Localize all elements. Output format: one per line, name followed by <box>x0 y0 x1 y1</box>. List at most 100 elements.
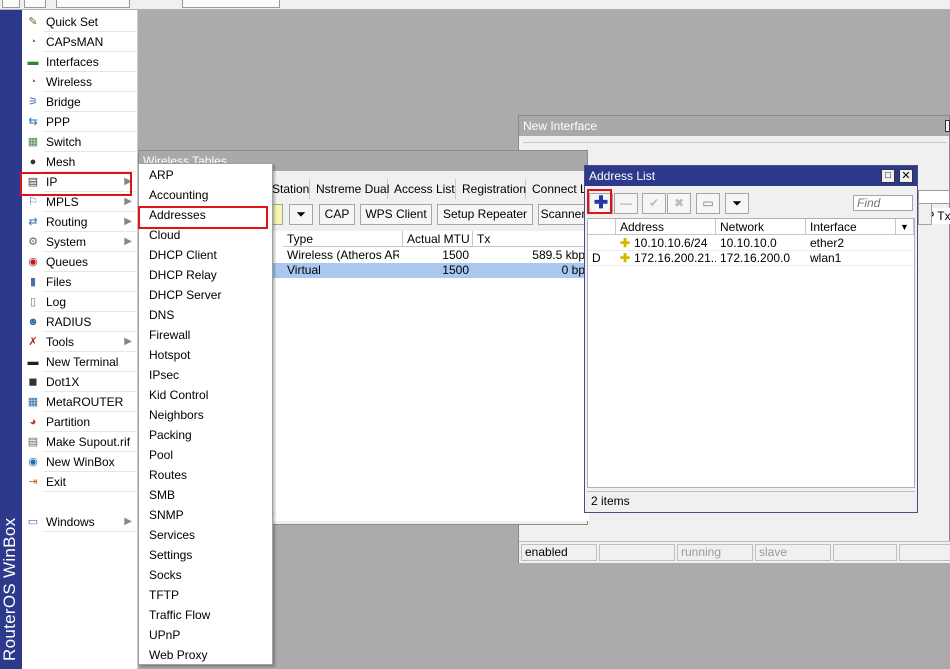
offscreen-find-field[interactable] <box>918 190 950 204</box>
menu-item-log[interactable]: ▯ Log <box>22 292 138 312</box>
menu-item-new-terminal[interactable]: ▬ New Terminal <box>22 352 138 372</box>
add-button[interactable]: ✚ <box>589 193 613 214</box>
submenu-item-traffic-flow[interactable]: Traffic Flow <box>139 605 272 625</box>
new-interface-title[interactable]: New Interface <box>519 116 949 136</box>
submenu-item-packing[interactable]: Packing <box>139 425 272 445</box>
submenu-item-services[interactable]: Services <box>139 525 272 545</box>
menu-item-mpls[interactable]: ⚐ MPLS ▶ <box>22 192 138 212</box>
redo-button[interactable] <box>24 0 46 8</box>
menu-item-metarouter[interactable]: ▦ MetaROUTER <box>22 392 138 412</box>
submenu-item-socks[interactable]: Socks <box>139 565 272 585</box>
tab-station[interactable]: Station <box>267 179 310 199</box>
cell-flag <box>588 236 604 251</box>
comment-button[interactable]: ▭ <box>696 193 720 214</box>
column-header-flags[interactable] <box>588 219 616 235</box>
cell-address: 172.16.200.21... <box>634 251 716 265</box>
capsman-icon: ◔ <box>29 36 37 48</box>
column-chooser-icon[interactable]: ▼ <box>896 219 914 235</box>
menu-item-files[interactable]: ▮ Files <box>22 272 138 292</box>
undo-button[interactable] <box>2 0 20 8</box>
submenu-item-routes[interactable]: Routes <box>139 465 272 485</box>
setup-repeater-button[interactable]: Setup Repeater <box>437 204 533 225</box>
submenu-item-neighbors[interactable]: Neighbors <box>139 405 272 425</box>
submenu-item-hotspot[interactable]: Hotspot <box>139 345 272 365</box>
cap-button[interactable]: CAP <box>319 204 355 225</box>
menu-item-routing[interactable]: ⇄ Routing ▶ <box>22 212 138 232</box>
submenu-item-dhcp-client[interactable]: DHCP Client <box>139 245 272 265</box>
scanner-button[interactable]: Scanner <box>538 204 588 225</box>
menu-item-bridge[interactable]: ⚞ Bridge <box>22 92 138 112</box>
column-header-interface[interactable]: Interface <box>806 219 896 235</box>
address-list-window: Address List □ ✕ ✚ — ✔ ✖ ▭ ⏷ AddressNetw… <box>584 165 918 513</box>
menu-item-queues[interactable]: ◉ Queues <box>22 252 138 272</box>
submenu-item-dhcp-relay[interactable]: DHCP Relay <box>139 265 272 285</box>
submenu-item-firewall[interactable]: Firewall <box>139 325 272 345</box>
maximize-icon: □ <box>884 170 892 181</box>
tab-registration[interactable]: Registration <box>457 179 526 199</box>
cell-mtu: 1500 <box>442 263 469 277</box>
submenu-item-dhcp-server[interactable]: DHCP Server <box>139 285 272 305</box>
menu-item-tools[interactable]: ✗ Tools ▶ <box>22 332 138 352</box>
supout-icon: ▤ <box>27 436 39 448</box>
menu-item-label: Dot1X <box>46 375 80 389</box>
table-row[interactable]: Wireless (Atheros AR9... 1500 589.5 kbp <box>267 248 589 263</box>
menu-item-ip[interactable]: ▤ IP ▶ <box>22 172 138 192</box>
find-input[interactable] <box>853 195 913 211</box>
menu-item-system[interactable]: ⚙ System ▶ <box>22 232 138 252</box>
menu-item-dot1x[interactable]: ◼ Dot1X <box>22 372 138 392</box>
menu-item-radius[interactable]: ☻ RADIUS <box>22 312 138 332</box>
tab-nstreme-dual[interactable]: Nstreme Dual <box>311 179 389 199</box>
safe-mode-button[interactable] <box>56 0 130 8</box>
menu-item-interfaces[interactable]: ▬ Interfaces <box>22 52 138 72</box>
table-row[interactable]: Virtual 1500 0 bp <box>267 263 589 278</box>
column-header-network[interactable]: Network <box>716 219 806 235</box>
tab-connect-lis[interactable]: Connect Lis <box>527 179 595 199</box>
submenu-item-pool[interactable]: Pool <box>139 445 272 465</box>
submenu-item-upnp[interactable]: UPnP <box>139 625 272 645</box>
menu-item-switch[interactable]: ▦ Switch <box>22 132 138 152</box>
filter-button[interactable]: ⏷ <box>289 204 313 225</box>
column-header-tx[interactable]: Tx <box>473 231 589 247</box>
table-row[interactable]: ✚ 10.10.10.6/24 10.10.10.0 ether2 <box>588 236 914 251</box>
menu-item-exit[interactable]: ⇥ Exit <box>22 472 138 492</box>
menu-item-new-winbox[interactable]: ◉ New WinBox <box>22 452 138 472</box>
address-list-title[interactable]: Address List <box>585 166 917 186</box>
submenu-item-settings[interactable]: Settings <box>139 545 272 565</box>
menu-item-ppp[interactable]: ⇆ PPP <box>22 112 138 132</box>
submenu-item-ipsec[interactable]: IPsec <box>139 365 272 385</box>
filter-button[interactable]: ⏷ <box>725 193 749 214</box>
maximize-button[interactable]: □ <box>881 169 895 183</box>
offscreen-window-button[interactable] <box>945 120 950 132</box>
menu-item-capsman[interactable]: ◔ CAPsMAN <box>22 32 138 52</box>
offscreen-toolbar-button[interactable] <box>918 203 932 225</box>
column-header-actual-mtu[interactable]: Actual MTU <box>403 231 473 247</box>
tab-access-list[interactable]: Access List <box>389 179 456 199</box>
submenu-item-tftp[interactable]: TFTP <box>139 585 272 605</box>
submenu-item-cloud[interactable]: Cloud <box>139 225 272 245</box>
cross-icon: ✖ <box>673 196 685 210</box>
submenu-item-kid-control[interactable]: Kid Control <box>139 385 272 405</box>
submenu-item-addresses[interactable]: Addresses <box>139 205 272 225</box>
disable-button[interactable]: ✖ <box>667 193 691 214</box>
submenu-item-smb[interactable]: SMB <box>139 485 272 505</box>
menu-item-wireless[interactable]: ◔ Wireless <box>22 72 138 92</box>
enable-button[interactable]: ✔ <box>642 193 666 214</box>
close-button[interactable]: ✕ <box>899 169 913 183</box>
session-field[interactable] <box>182 0 280 8</box>
menu-item-partition[interactable]: ◕ Partition <box>22 412 138 432</box>
menu-item-mesh[interactable]: ● Mesh <box>22 152 138 172</box>
column-header-type[interactable]: Type <box>283 231 403 247</box>
wps-client-button[interactable]: WPS Client <box>360 204 432 225</box>
cell-network: 10.10.10.0 <box>720 236 777 250</box>
remove-button[interactable]: — <box>614 193 638 214</box>
submenu-item-web-proxy[interactable]: Web Proxy <box>139 645 272 665</box>
submenu-item-snmp[interactable]: SNMP <box>139 505 272 525</box>
menu-item-windows[interactable]: ▭ Windows ▶ <box>22 512 138 532</box>
submenu-item-arp[interactable]: ARP <box>139 165 272 185</box>
column-header-address[interactable]: Address <box>616 219 716 235</box>
submenu-item-accounting[interactable]: Accounting <box>139 185 272 205</box>
menu-item-make-supout-rif[interactable]: ▤ Make Supout.rif <box>22 432 138 452</box>
table-row[interactable]: D ✚ 172.16.200.21... 172.16.200.0 wlan1 <box>588 251 914 266</box>
submenu-item-dns[interactable]: DNS <box>139 305 272 325</box>
menu-item-quick-set[interactable]: ✎ Quick Set <box>22 12 138 32</box>
